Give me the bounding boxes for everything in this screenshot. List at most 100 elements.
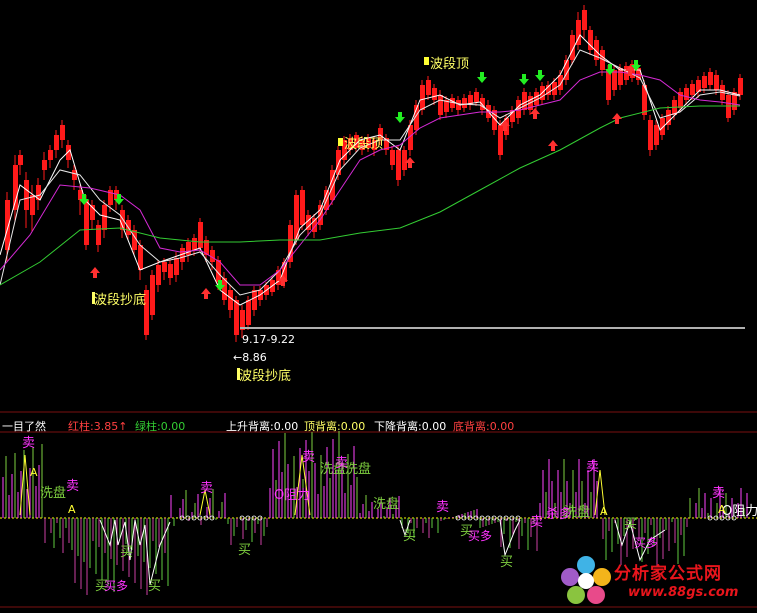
A-signal-label: A (68, 503, 76, 516)
flower-logo-icon (561, 556, 611, 604)
sell-signal-label: 卖 (200, 481, 213, 496)
buy-arrow-icon (201, 288, 211, 299)
candle-body (702, 76, 707, 88)
candle-body (708, 72, 713, 85)
buy-signal-label: 买 (148, 579, 161, 594)
candle-body (558, 75, 563, 90)
buy-more-signal-label: 买多 (634, 536, 658, 550)
sell-signal-label: 卖 (302, 450, 315, 465)
wash-signal-label: 洗盘 (345, 461, 371, 477)
swing-top-label: 波段顶 (430, 57, 469, 72)
sell-arrow-icon (477, 72, 487, 83)
candle-body (168, 264, 173, 278)
date-range-label: 9.17-9.22 (242, 333, 295, 346)
candle-body (612, 70, 617, 90)
sell-signal-label: 卖 (66, 479, 79, 494)
buy-signal-label: 买 (120, 545, 133, 560)
sell-signal-label: 卖 (22, 436, 35, 451)
candle-body (102, 205, 107, 230)
sell-arrow-icon (535, 70, 545, 81)
watermark-url: www.88gs.com (628, 585, 739, 600)
sell-arrow-icon (519, 74, 529, 85)
candle-body (162, 262, 167, 272)
candle-body (420, 85, 425, 110)
candle-body (48, 150, 53, 160)
wash-signal-label: 洗盘 (564, 504, 590, 520)
candle-body (60, 125, 65, 140)
candle-body (474, 92, 479, 102)
candle-body (198, 222, 203, 248)
sell-signal-label: 卖 (436, 500, 449, 515)
candle-body (432, 88, 437, 100)
stock-chart-canvas[interactable]: 波段抄底波段抄底波段顶波段顶9.17-9.22←8.86卖洗盘卖卖 O阻力卖洗盘卖… (0, 0, 757, 611)
candle-body (438, 95, 443, 115)
wash-signal-label: 洗盘 (40, 485, 66, 501)
buy-more-signal-label: 买多 (468, 529, 492, 543)
sell-signal-label: 卖 (712, 486, 725, 501)
resistance-signal-label: O阻力 (722, 504, 757, 519)
buy-signal-label: 买 (238, 543, 251, 558)
candle-body (192, 238, 197, 250)
bottom-divergence-value: 底背离:0.00 (453, 420, 515, 433)
swing-bottom-label: 波段抄底 (94, 292, 146, 308)
candle-body (648, 120, 653, 150)
red-bar-value: 红柱:3.85↑ (68, 420, 128, 433)
candle-body (396, 150, 401, 180)
buy-signal-label: 买 (500, 555, 513, 570)
candle-body (42, 160, 47, 170)
candle-body (498, 125, 503, 155)
candle-body (150, 275, 155, 315)
low-price-label: ←8.86 (233, 351, 267, 364)
buy-signal-label: 买 (403, 529, 416, 544)
candle-body (252, 290, 257, 310)
candle-body (522, 92, 527, 110)
A-signal-label: A (718, 503, 726, 516)
candle-body (300, 190, 305, 225)
candle-body (738, 78, 743, 95)
candle-body (714, 75, 719, 90)
candle-body (654, 125, 659, 145)
watermark-title: 分析家公式网 (614, 564, 722, 584)
A-signal-label: A (600, 505, 608, 518)
resistance-signal-label: O阻力 (274, 488, 310, 503)
candle-body (684, 88, 689, 100)
candle-body (246, 300, 251, 325)
candle-body (402, 150, 407, 170)
wash-signal-label: 洗盘 (373, 496, 399, 512)
buy-arrow-icon (90, 267, 100, 278)
candle-body (13, 165, 18, 210)
candle-body (24, 180, 29, 210)
indicator-name: 一目了然 (2, 420, 46, 433)
candle-body (618, 68, 623, 85)
candle-body (390, 150, 395, 165)
candle-body (582, 10, 587, 30)
rise-divergence-value: 上升背离:0.00 (226, 420, 299, 433)
candle-body (462, 98, 467, 108)
buy-arrow-icon (612, 113, 622, 124)
top-divergence-value: 顶背离:0.00 (304, 420, 366, 433)
candle-body (228, 290, 233, 310)
watermark-logo: 分析家公式网 www.88gs.com (556, 553, 756, 609)
buy-more-signal-label: 买多 (104, 579, 128, 593)
magenta-ma-line (0, 71, 741, 286)
candle-body (426, 80, 431, 95)
green-bar-value: 绿柱:0.00 (135, 420, 186, 433)
candle-body (18, 155, 23, 165)
candle-body (96, 225, 101, 245)
candle-body (174, 258, 179, 275)
label-marker (424, 57, 429, 65)
swing-top-label: 波段顶 (344, 137, 383, 152)
swing-bottom-label: 波段抄底 (239, 368, 291, 384)
buy-signal-label: 买 (624, 517, 637, 532)
white-ma-line-2 (0, 49, 741, 296)
candle-body (234, 300, 239, 335)
label-marker (338, 138, 343, 146)
fall-divergence-value: 下降背离:0.00 (374, 420, 447, 433)
sell-signal-label: 卖 (530, 515, 543, 530)
candle-body (660, 118, 665, 135)
candle-body (156, 265, 161, 285)
A-signal-label: A (30, 466, 38, 479)
candle-body (690, 84, 695, 95)
sell-signal-label: 卖 (586, 460, 599, 475)
candle-body (54, 135, 59, 150)
